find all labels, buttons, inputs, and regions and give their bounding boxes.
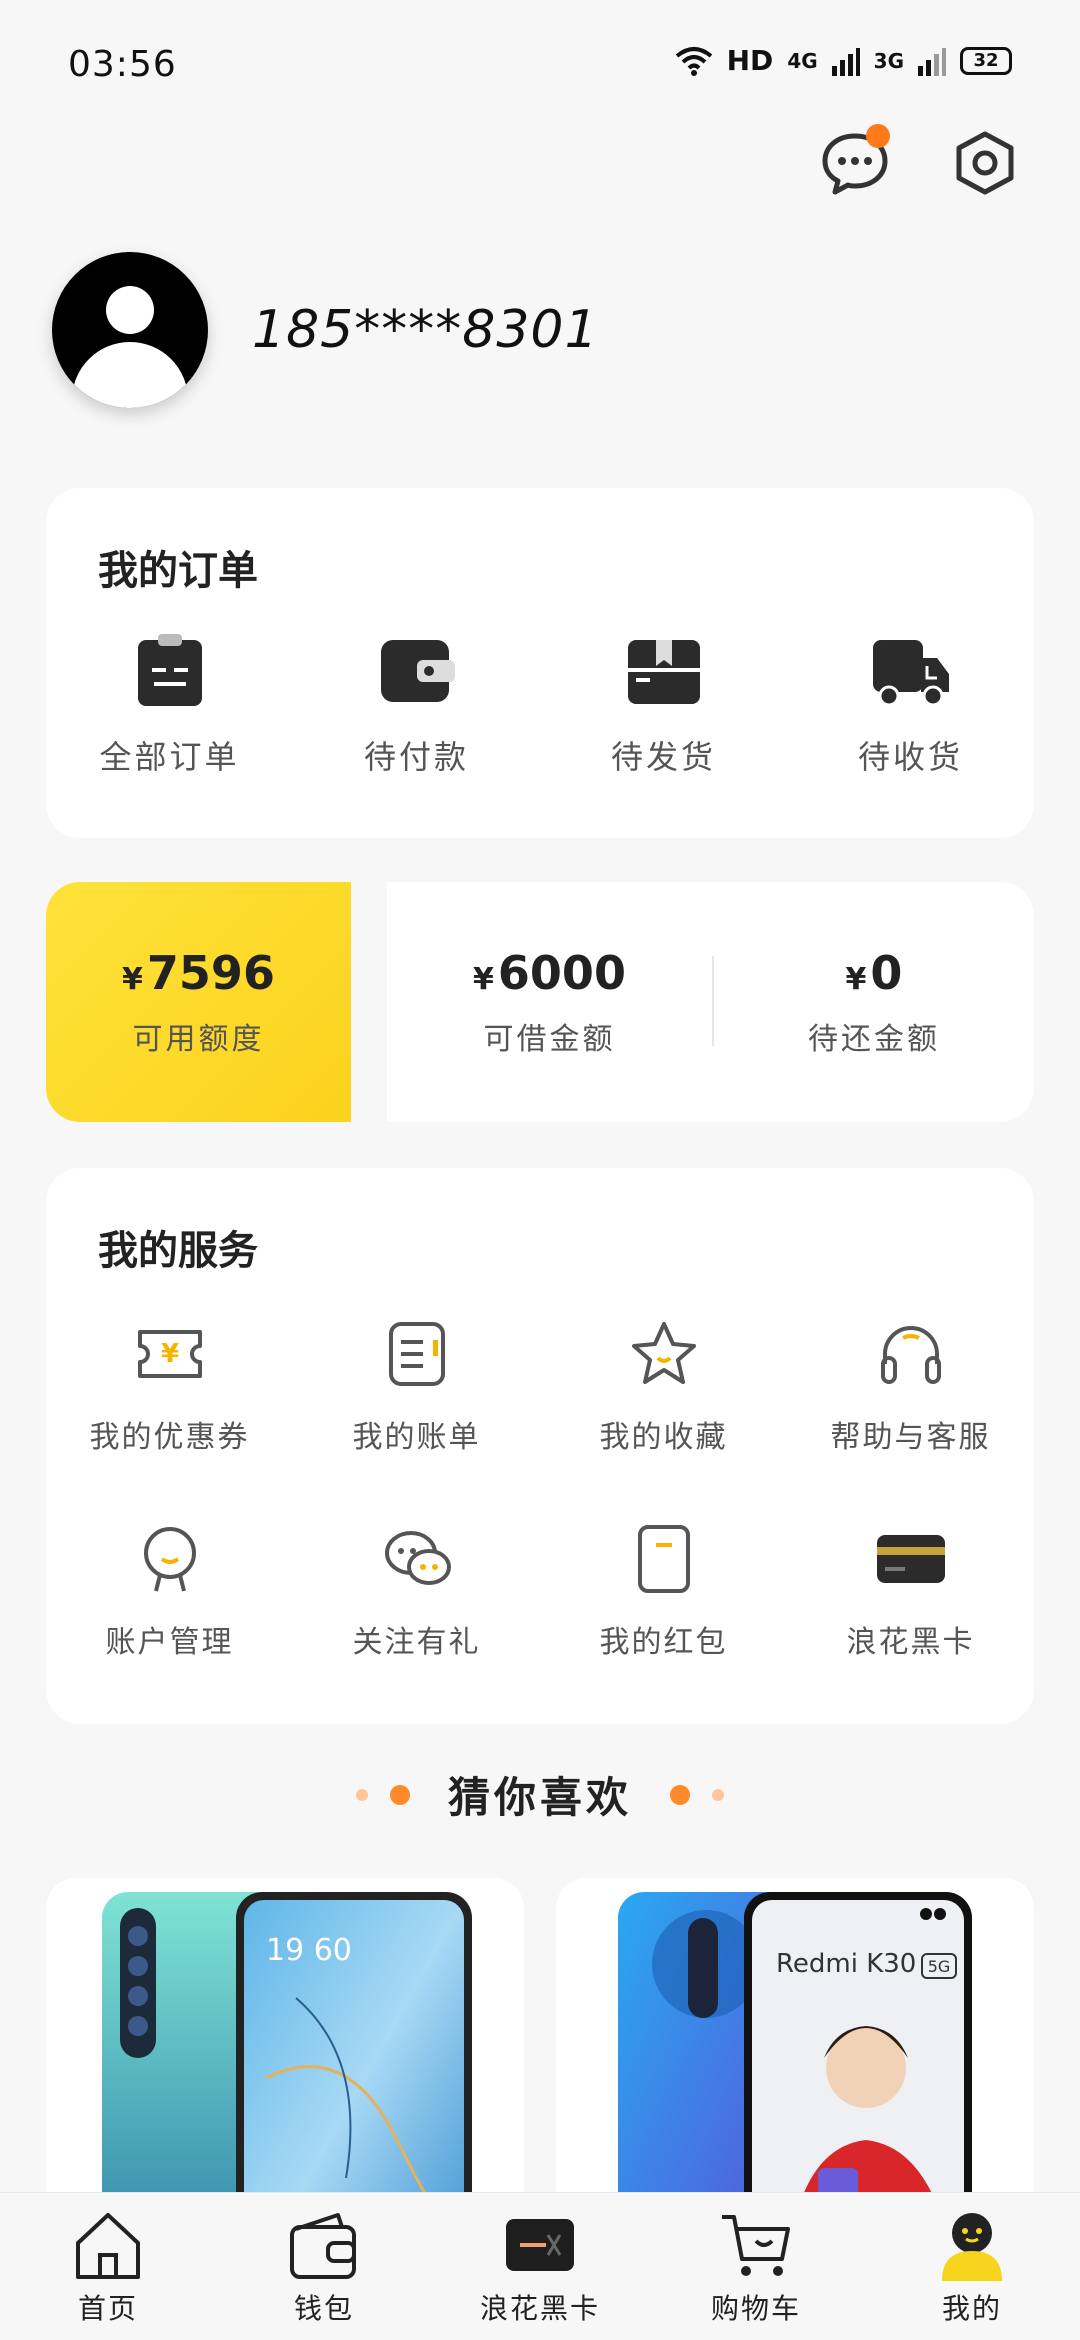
home-icon [76, 2213, 140, 2279]
tab-home[interactable]: 首页 [0, 2193, 216, 2340]
settings-button[interactable] [950, 128, 1020, 198]
wifi-icon [675, 46, 712, 76]
service-label: 我的优惠券 [89, 1420, 250, 1455]
user-phone: 185****8301 [252, 300, 599, 360]
bill-icon [388, 1322, 445, 1386]
borrowable-label: 可借金额 [483, 1022, 616, 1057]
order-all[interactable]: 全部订单 [46, 634, 293, 778]
order-to-receive[interactable]: 待收货 [787, 634, 1034, 778]
guess-header: 猜你喜欢 [0, 1764, 1080, 1825]
signal-4g-label: 4G [787, 48, 818, 73]
service-coupons[interactable]: ¥ 我的优惠券 [46, 1318, 293, 1523]
borrowable-amount-cell[interactable]: ¥6000 可借金额 [387, 882, 712, 1122]
decor-dot [670, 1784, 690, 1805]
service-black-card[interactable]: 浪花黑卡 [787, 1523, 1034, 1728]
service-red-packet[interactable]: 我的红包 [540, 1523, 787, 1728]
service-bills[interactable]: 我的账单 [293, 1318, 540, 1523]
svg-text:¥: ¥ [160, 1339, 178, 1369]
tab-black-card[interactable]: 浪花黑卡 [432, 2193, 648, 2340]
service-label: 我的红包 [599, 1625, 728, 1660]
coupon-icon: ¥ [137, 1330, 202, 1378]
star-icon [631, 1322, 696, 1384]
decor-dot [389, 1784, 410, 1805]
service-label: 我的账单 [352, 1420, 481, 1455]
product-brand-text: Redmi K30 [776, 1949, 916, 1979]
unread-dot [866, 124, 890, 148]
tab-label: 购物车 [710, 2292, 801, 2325]
orders-card: 我的订单 全部订单 待付款 待发货 待收货 [46, 488, 1034, 838]
service-follow[interactable]: 关注有礼 [293, 1523, 540, 1728]
headphones-icon [880, 1326, 941, 1384]
red-packet-icon [637, 1525, 690, 1593]
tab-label: 首页 [77, 2292, 138, 2325]
tab-wallet[interactable]: 钱包 [216, 2193, 432, 2340]
top-actions [820, 124, 1020, 198]
service-help[interactable]: 帮助与客服 [787, 1318, 1034, 1523]
avatar[interactable] [52, 252, 208, 408]
black-card-icon [876, 1535, 945, 1583]
network-label: HD [726, 44, 774, 77]
service-favorites[interactable]: 我的收藏 [540, 1318, 787, 1523]
product-badge: 5G [928, 1957, 951, 1976]
tab-cart[interactable]: 购物车 [648, 2193, 864, 2340]
message-button[interactable] [820, 124, 890, 198]
order-label: 待发货 [610, 738, 716, 776]
orders-grid: 全部订单 待付款 待发货 待收货 [46, 634, 1034, 778]
tab-label: 浪花黑卡 [479, 2292, 600, 2325]
service-account[interactable]: 账户管理 [46, 1523, 293, 1728]
order-label: 待付款 [363, 738, 469, 776]
clipboard-icon [137, 634, 202, 706]
repay-amount-cell[interactable]: ¥0 待还金额 [714, 882, 1034, 1122]
decor-dot [712, 1788, 724, 1801]
order-to-ship[interactable]: 待发货 [540, 634, 787, 778]
repay-amount: ¥0 [845, 946, 903, 1000]
battery-icon: 32 [960, 46, 1012, 75]
orders-title: 我的订单 [98, 548, 258, 594]
product-screen-time: 19 60 [266, 1933, 352, 1968]
guess-title: 猜你喜欢 [447, 1773, 632, 1822]
signal-icon [831, 47, 860, 76]
services-grid: ¥ 我的优惠券 我的账单 我的收藏 帮助与客服 账户管理 关注有礼 我的红包 浪… [46, 1318, 1034, 1728]
settings-icon [956, 131, 1014, 195]
black-card-icon [506, 2219, 574, 2271]
services-card: 我的服务 ¥ 我的优惠券 我的账单 我的收藏 帮助与客服 账户管理 关注有礼 我… [46, 1168, 1034, 1724]
package-icon [627, 640, 700, 704]
status-icons: HD 4G 3G 32 [675, 44, 1012, 77]
wallet-icon [290, 2213, 356, 2279]
chat-bubbles-icon [384, 1531, 451, 1585]
repay-label: 待还金额 [808, 1022, 940, 1057]
order-unpaid[interactable]: 待付款 [293, 634, 540, 778]
services-title: 我的服务 [98, 1228, 258, 1274]
status-time: 03:56 [68, 44, 177, 85]
signal-3g-label: 3G [873, 48, 904, 73]
truck-icon [872, 640, 949, 707]
status-bar: 03:56 HD 4G 3G 32 [0, 0, 1080, 130]
available-amount: ¥7596 [122, 946, 275, 1000]
credit-card: ¥7596 可用额度 ¥6000 可借金额 ¥0 待还金额 [46, 882, 1034, 1122]
wallet-icon [380, 640, 455, 702]
service-label: 帮助与客服 [830, 1420, 991, 1455]
profile-header[interactable]: 185****8301 [52, 252, 599, 408]
service-label: 浪花黑卡 [846, 1625, 975, 1660]
available-label: 可用额度 [132, 1022, 265, 1057]
tab-label: 钱包 [293, 2292, 354, 2325]
cart-icon [722, 2215, 790, 2276]
bottom-tabbar: 首页 钱包 浪花黑卡 购物车 我的 [0, 2192, 1080, 2340]
service-label: 我的收藏 [599, 1420, 728, 1455]
signal-icon-2 [918, 47, 946, 76]
account-icon [143, 1527, 196, 1592]
decor-dot [355, 1788, 368, 1801]
borrowable-amount: ¥6000 [473, 946, 626, 1000]
service-label: 账户管理 [105, 1625, 234, 1660]
service-label: 关注有礼 [352, 1625, 481, 1660]
available-credit[interactable]: ¥7596 可用额度 [46, 882, 351, 1122]
profile-icon [942, 2213, 1002, 2281]
order-label: 全部订单 [99, 738, 240, 776]
tab-me[interactable]: 我的 [864, 2193, 1080, 2340]
order-label: 待收货 [857, 738, 963, 776]
tab-label: 我的 [941, 2292, 1002, 2325]
